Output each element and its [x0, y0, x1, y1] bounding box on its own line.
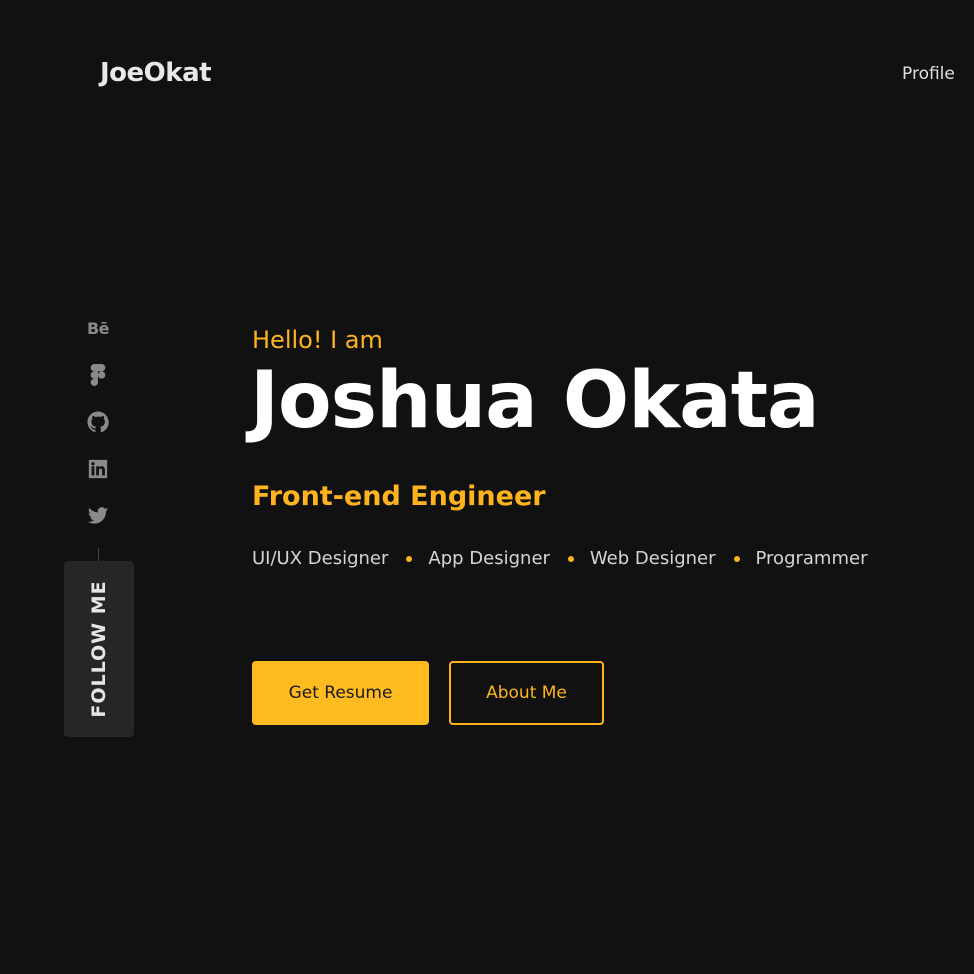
- hero-name: Joshua Okata: [250, 356, 820, 446]
- follow-me-label: FOLLOW ME: [88, 580, 110, 718]
- twitter-icon[interactable]: [84, 502, 112, 530]
- site-logo[interactable]: JoeOkat: [100, 58, 212, 88]
- social-links: Bē: [84, 314, 114, 549]
- bullet-dot: [733, 555, 740, 562]
- skills-list: UI/UX Designer App Designer Web Designer…: [252, 548, 867, 569]
- bullet-dot: [567, 555, 574, 562]
- hero-role: Front-end Engineer: [252, 481, 546, 512]
- github-icon[interactable]: [84, 408, 112, 436]
- hero-greeting: Hello! I am: [252, 326, 383, 354]
- follow-divider: [98, 548, 99, 562]
- linkedin-icon[interactable]: [84, 455, 112, 483]
- nav-link-profile[interactable]: Profile: [902, 64, 955, 84]
- get-resume-button[interactable]: Get Resume: [252, 661, 429, 725]
- follow-me-panel: FOLLOW ME: [64, 561, 134, 737]
- figma-icon[interactable]: [84, 361, 112, 389]
- skill-item: Programmer: [755, 548, 868, 569]
- skill-item: App Designer: [428, 548, 550, 569]
- skill-item: Web Designer: [589, 548, 716, 569]
- about-me-button[interactable]: About Me: [449, 661, 604, 725]
- bullet-dot: [406, 555, 413, 562]
- page: JoeOkat Profile Bē FOLLOW ME Hello! I am…: [0, 0, 974, 974]
- behance-label: Bē: [86, 318, 110, 338]
- skill-item: UI/UX Designer: [252, 548, 389, 569]
- behance-icon[interactable]: Bē: [84, 314, 112, 342]
